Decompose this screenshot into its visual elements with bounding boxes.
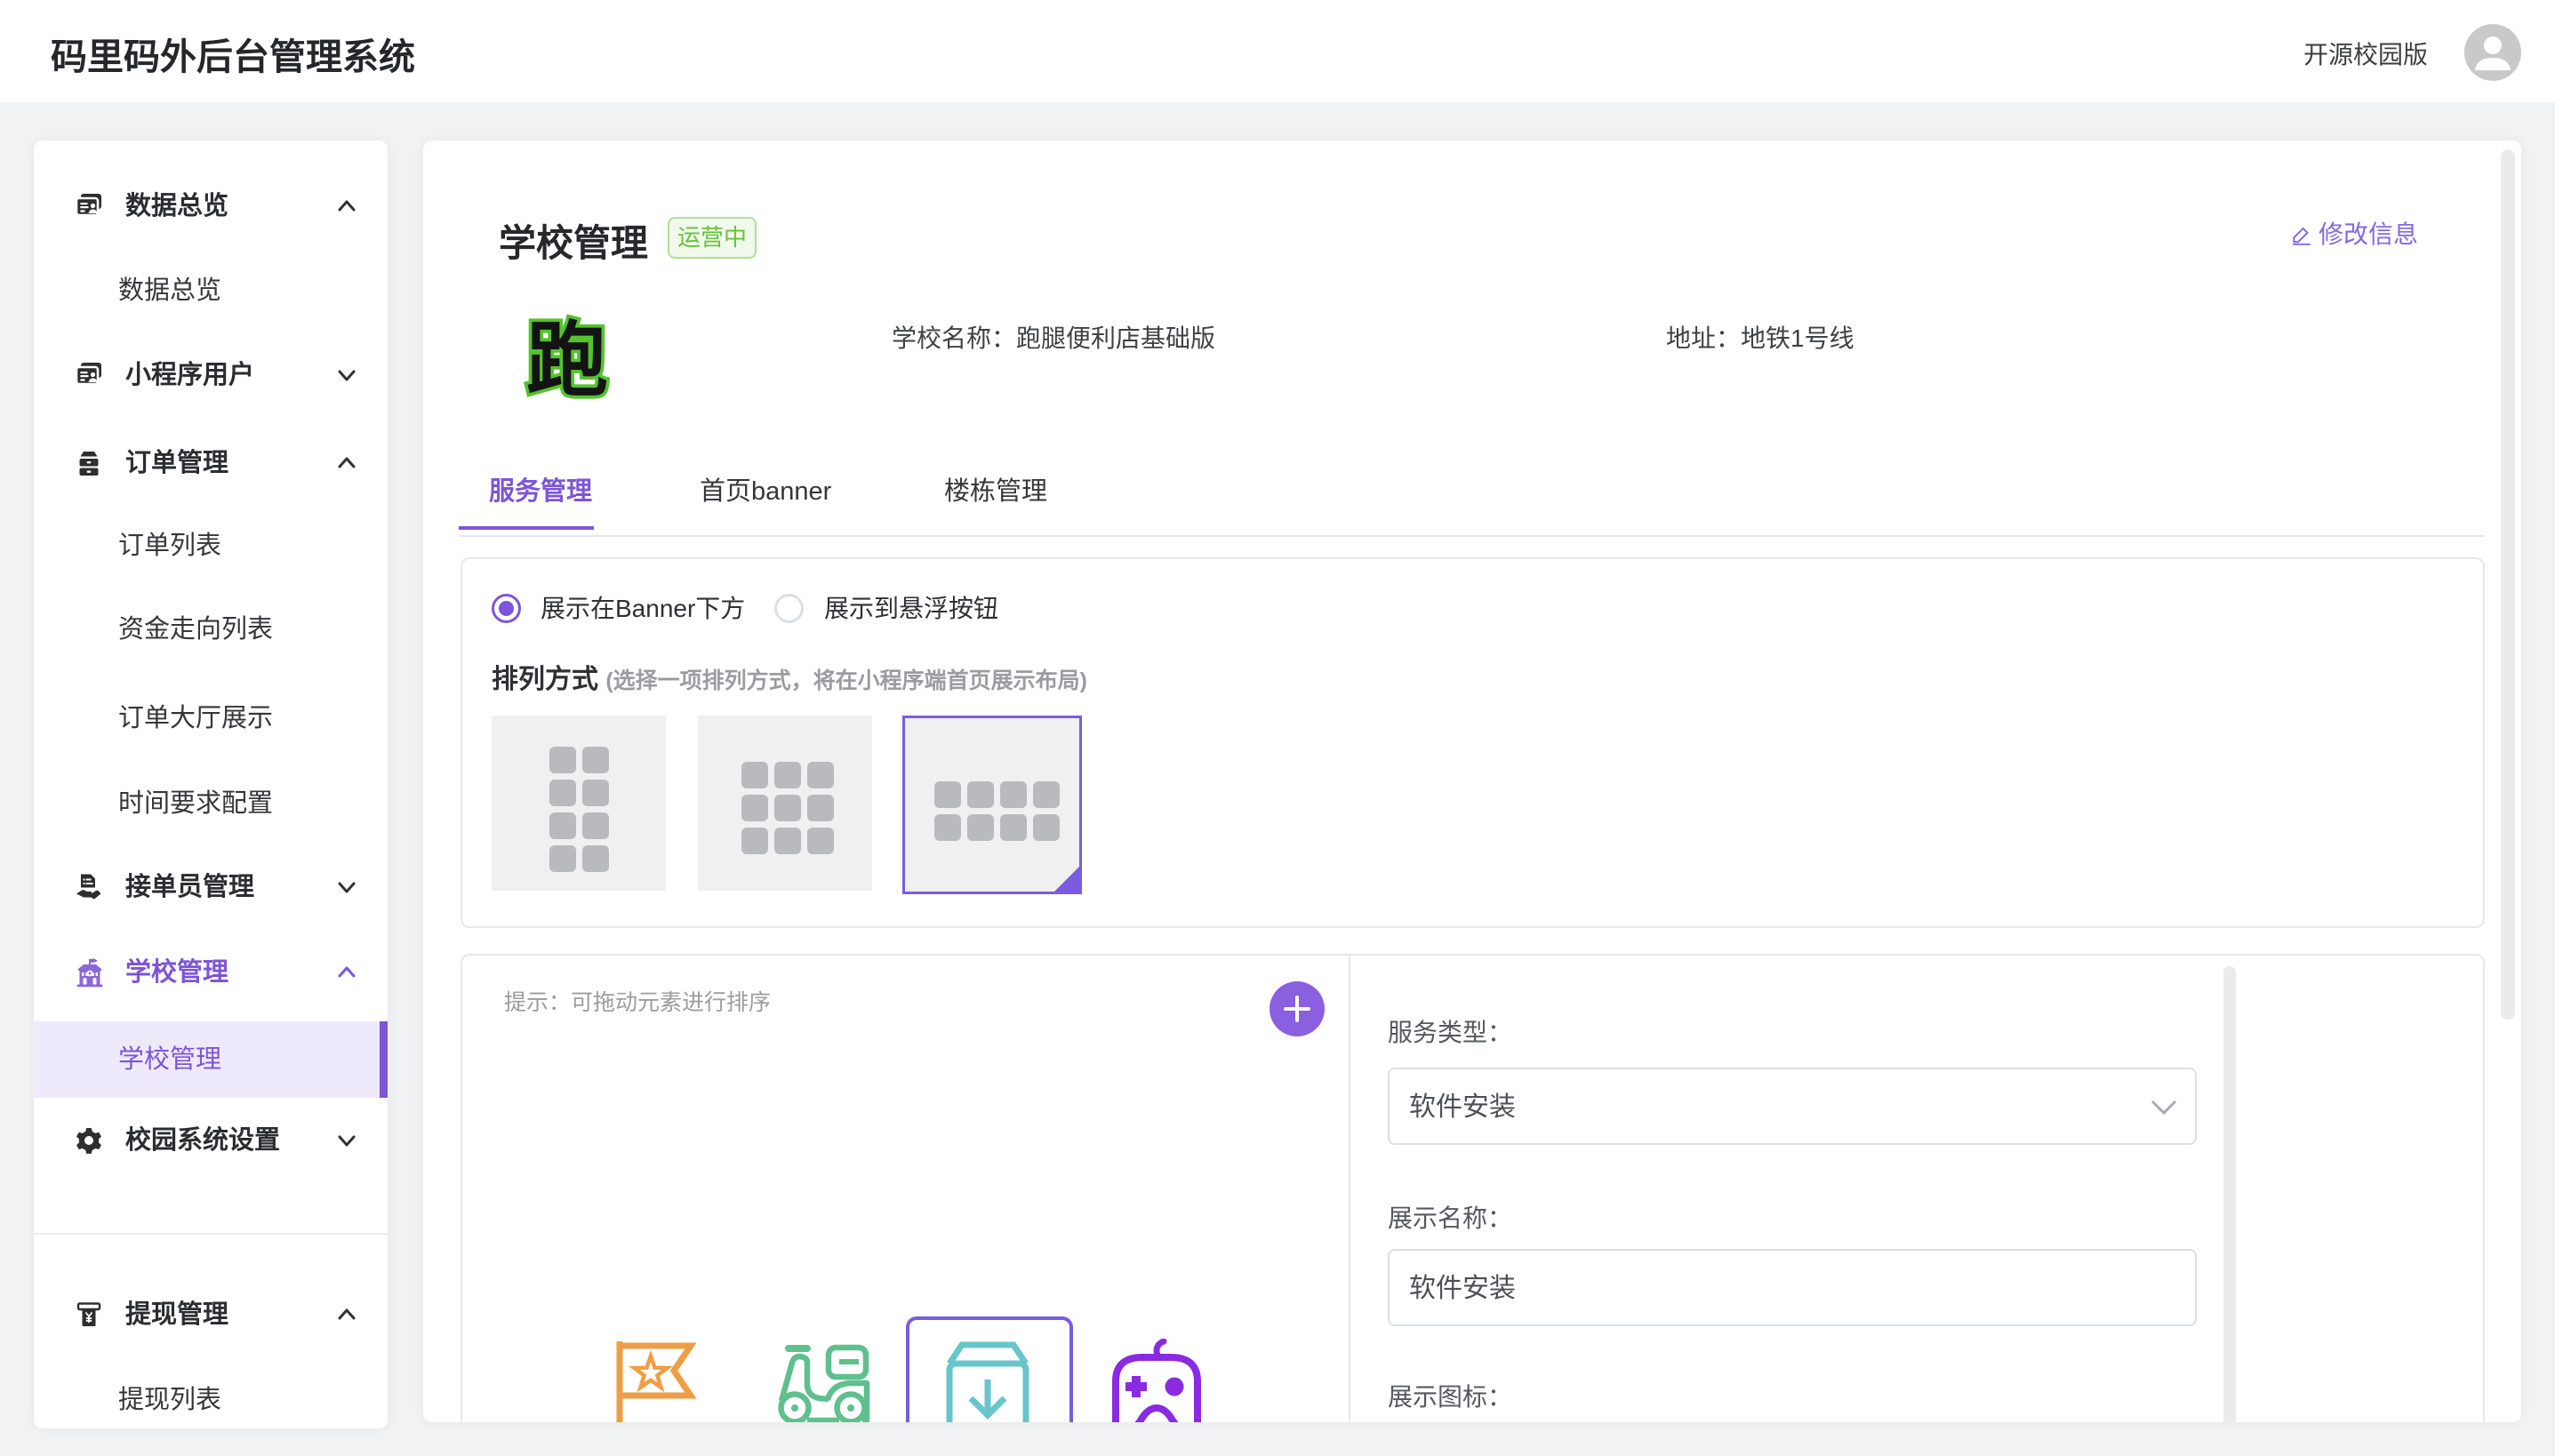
svg-text:跑: 跑 [526,316,608,404]
